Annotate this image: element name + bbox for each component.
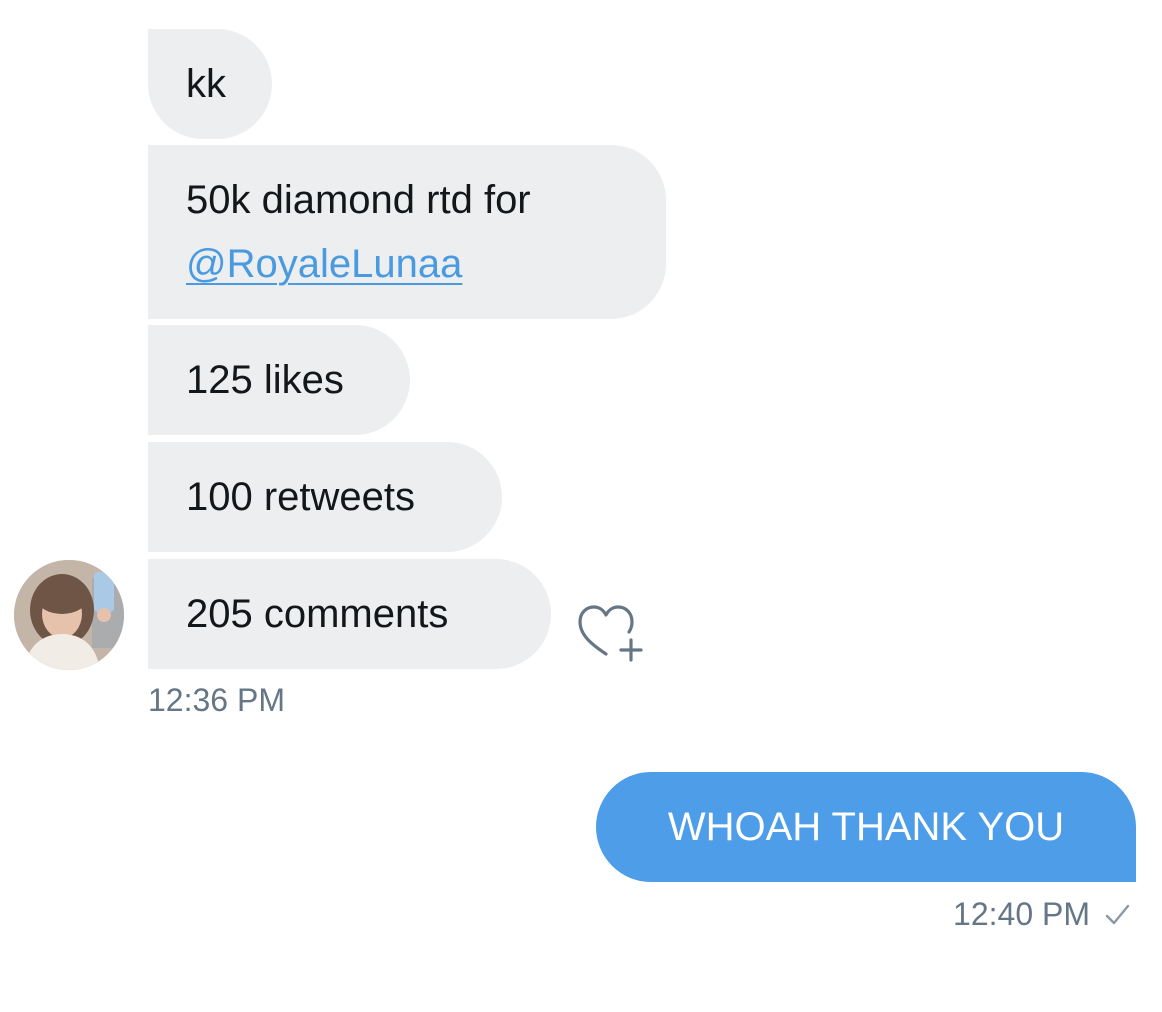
sender-avatar[interactable] [14,560,124,670]
outgoing-meta: 12:40 PM [953,896,1132,933]
message-text: kk [186,62,226,106]
avatar-image [14,560,124,670]
message-text: 100 retweets [186,475,416,519]
message-text: WHOAH THANK YOU [667,804,1065,849]
checkmark-icon [1105,904,1130,924]
message-text: 50k diamond rtd for [186,178,531,222]
incoming-message[interactable]: 205 comments [148,559,551,669]
message-text: 125 likes [186,358,344,402]
heart-plus-icon [578,605,643,662]
mention-link[interactable]: @RoyaleLunaa [186,242,462,286]
incoming-message[interactable]: kk [148,29,272,139]
incoming-message[interactable]: 50k diamond rtd for @RoyaleLunaa [148,145,666,319]
outgoing-message[interactable]: WHOAH THANK YOU [596,772,1136,882]
message-timestamp: 12:36 PM [148,682,285,718]
message-text: 205 comments [186,592,449,636]
incoming-message[interactable]: 100 retweets [148,442,502,552]
incoming-message[interactable]: 125 likes [148,325,410,435]
add-reaction-button[interactable] [574,602,646,664]
message-timestamp: 12:40 PM [953,896,1090,932]
